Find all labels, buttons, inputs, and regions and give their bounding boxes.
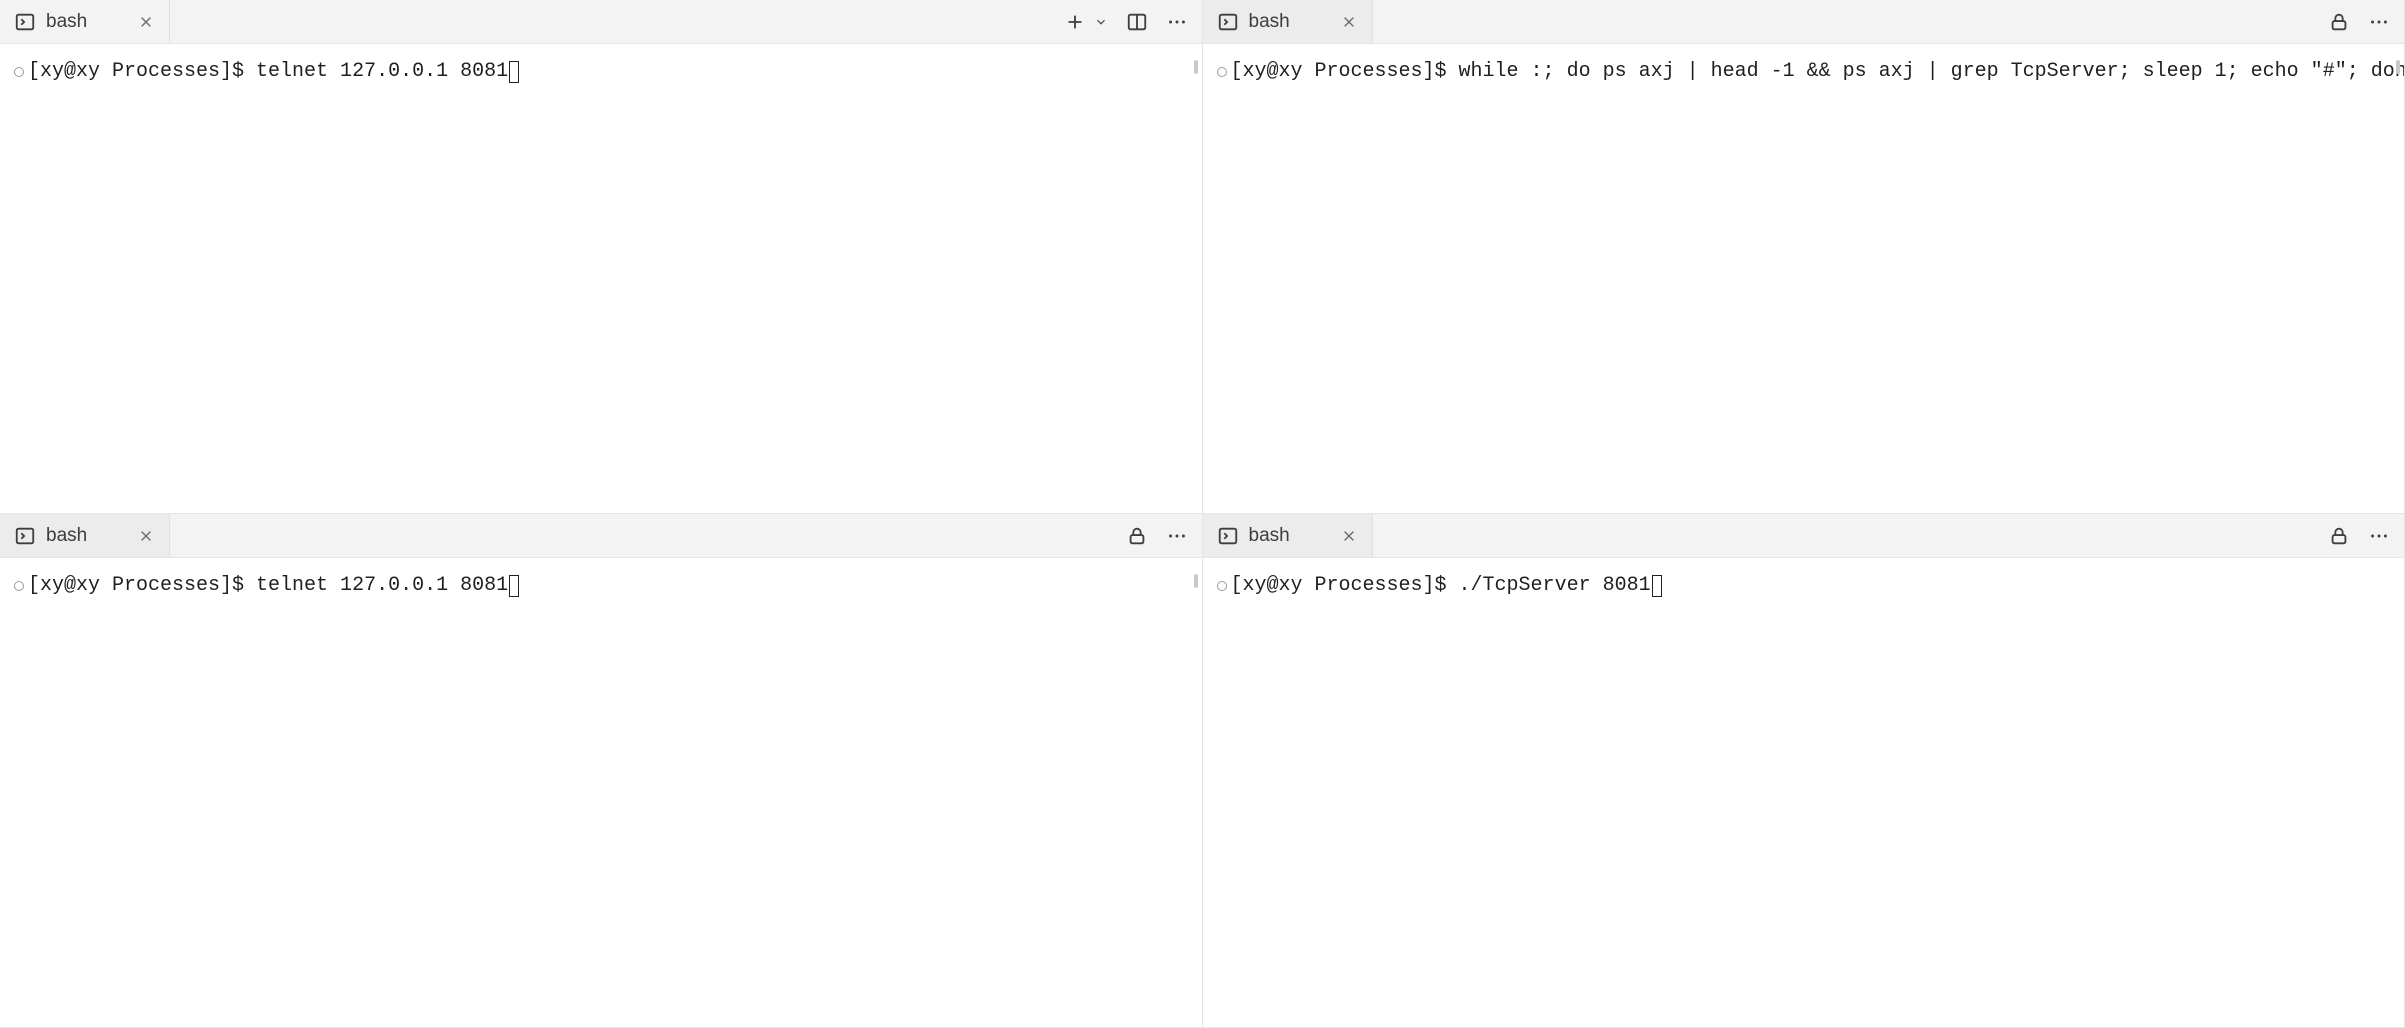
cursor	[509, 61, 519, 83]
tab-bar: bash	[0, 0, 1202, 44]
scrollbar[interactable]	[2396, 60, 2400, 74]
tab-title: bash	[1249, 11, 1330, 33]
terminal-pane-1: bash [xy@xy Processes]$ while :; do ps a…	[1203, 0, 2405, 514]
terminal-pane-0: bash	[0, 0, 1203, 514]
terminal-icon	[1217, 525, 1239, 547]
terminal-icon	[14, 525, 36, 547]
close-icon[interactable]	[1340, 527, 1358, 545]
prompt: [xy@xy Processes]$	[28, 574, 256, 597]
terminal-icon	[14, 11, 36, 33]
split-icon[interactable]	[1126, 11, 1148, 33]
close-icon[interactable]	[137, 527, 155, 545]
prompt: [xy@xy Processes]$	[28, 60, 256, 83]
chevron-down-icon[interactable]	[1094, 15, 1108, 29]
prompt: [xy@xy Processes]$	[1231, 574, 1459, 597]
terminal-line: [xy@xy Processes]$ telnet 127.0.0.1 8081	[10, 60, 1192, 83]
tab-bash[interactable]: bash	[1203, 0, 1373, 43]
tab-bash[interactable]: bash	[0, 0, 170, 43]
more-icon[interactable]	[1166, 11, 1188, 33]
cursor	[509, 575, 519, 597]
cursor	[1652, 575, 1662, 597]
tab-title: bash	[1249, 525, 1330, 547]
command-text: telnet 127.0.0.1 8081	[256, 60, 508, 83]
terminal-grid: bash	[0, 0, 2405, 1028]
more-icon[interactable]	[1166, 525, 1188, 547]
lock-icon[interactable]	[1126, 525, 1148, 547]
tab-bar: bash	[1203, 514, 2405, 558]
lock-icon[interactable]	[2328, 525, 2350, 547]
command-text: ./TcpServer 8081	[1459, 574, 1651, 597]
more-icon[interactable]	[2368, 11, 2390, 33]
scrollbar[interactable]	[1194, 60, 1198, 74]
terminal-line: [xy@xy Processes]$ telnet 127.0.0.1 8081	[10, 574, 1192, 597]
command-text: telnet 127.0.0.1 8081	[256, 574, 508, 597]
tab-title: bash	[46, 525, 127, 547]
tab-actions	[1112, 514, 1202, 557]
tab-bar: bash	[0, 514, 1202, 558]
more-icon[interactable]	[2368, 525, 2390, 547]
lock-icon[interactable]	[2328, 11, 2350, 33]
terminal-body[interactable]: [xy@xy Processes]$ telnet 127.0.0.1 8081	[0, 558, 1202, 1027]
command-text: while :; do ps axj | head -1 && ps axj |…	[1459, 60, 2404, 83]
gutter-marker	[10, 581, 28, 591]
tab-actions	[1050, 0, 1202, 43]
tab-bar: bash	[1203, 0, 2405, 44]
terminal-line: [xy@xy Processes]$ while :; do ps axj | …	[1213, 60, 2395, 83]
terminal-pane-2: bash [xy@xy Processes]$ telnet 127.0.0.1…	[0, 514, 1203, 1028]
gutter-marker	[1213, 581, 1231, 591]
gutter-marker	[1213, 67, 1231, 77]
terminal-icon	[1217, 11, 1239, 33]
scrollbar[interactable]	[1194, 574, 1198, 588]
terminal-body[interactable]: [xy@xy Processes]$ telnet 127.0.0.1 8081	[0, 44, 1202, 513]
gutter-marker	[10, 67, 28, 77]
tab-bash[interactable]: bash	[1203, 514, 1373, 557]
tab-actions	[2314, 0, 2404, 43]
tab-actions	[2314, 514, 2404, 557]
terminal-line: [xy@xy Processes]$ ./TcpServer 8081	[1213, 574, 2395, 597]
prompt: [xy@xy Processes]$	[1231, 60, 1459, 83]
tab-bash[interactable]: bash	[0, 514, 170, 557]
terminal-body[interactable]: [xy@xy Processes]$ ./TcpServer 8081	[1203, 558, 2405, 1027]
close-icon[interactable]	[137, 13, 155, 31]
close-icon[interactable]	[1340, 13, 1358, 31]
new-tab-icon[interactable]	[1064, 11, 1086, 33]
tab-title: bash	[46, 11, 127, 33]
terminal-body[interactable]: [xy@xy Processes]$ while :; do ps axj | …	[1203, 44, 2405, 513]
terminal-pane-3: bash [xy@xy Processes]$ ./TcpServer 8081	[1203, 514, 2405, 1028]
